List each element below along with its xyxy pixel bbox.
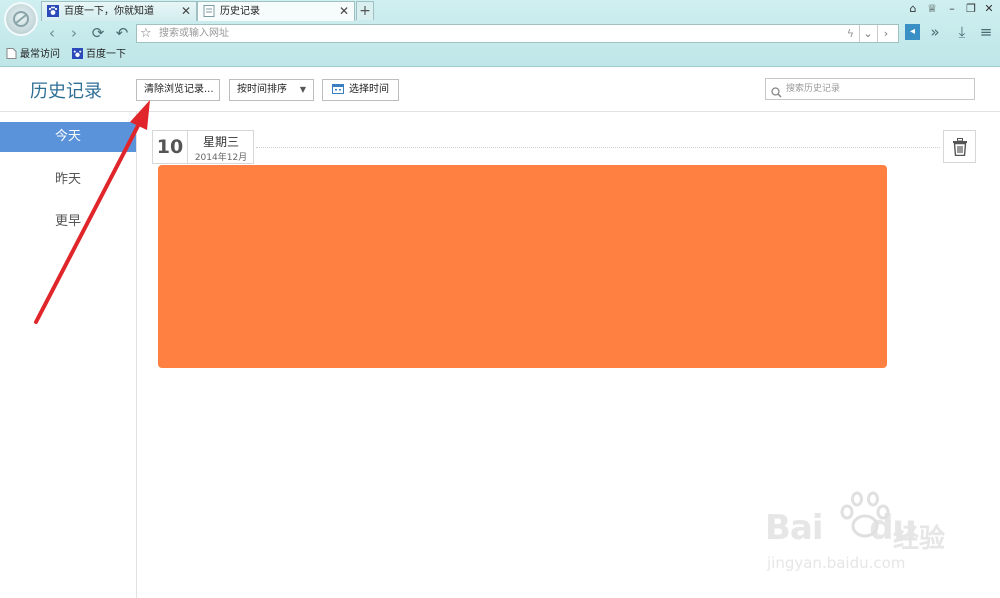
forward-icon[interactable]: › — [64, 24, 84, 42]
page-title: 历史记录 — [30, 81, 102, 102]
search-placeholder: 搜索历史记录 — [786, 84, 841, 94]
year-month-label: 2014年12月 — [194, 153, 248, 163]
search-icon — [771, 83, 782, 102]
dropdown-icon[interactable]: ⌄ — [859, 25, 876, 42]
trash-icon — [953, 138, 967, 156]
weekday-label: 星期三 — [202, 135, 239, 149]
back-icon[interactable]: ‹ — [42, 24, 62, 42]
date-sidebar: 今天 昨天 更早 — [0, 112, 137, 598]
sidebar-item-earlier[interactable]: 更早 — [0, 207, 136, 237]
bookmark-label: 百度一下 — [86, 49, 126, 60]
calendar-icon — [332, 82, 344, 94]
baidu-jingyan-watermark: Baidddu 经验 jingyan.baidu.com — [765, 490, 985, 590]
sort-select[interactable]: 按时间排序 ▼ — [229, 79, 314, 101]
baidu-paw-icon — [72, 48, 83, 59]
watermark-url: jingyan.baidu.com — [767, 554, 906, 572]
address-bar[interactable]: ☆ 搜索或输入网址 ϟ ⌄ › — [136, 24, 899, 43]
tab-title: 历史记录 — [220, 6, 260, 17]
tab-title: 百度一下，你就知道 — [64, 6, 154, 17]
page-icon — [6, 48, 17, 59]
menu-icon[interactable]: ≡ — [977, 23, 995, 41]
day-info: 星期三 2014年12月 — [188, 130, 254, 164]
watermark-brand-cn: 经验 — [893, 524, 946, 554]
bookmark-most-visited[interactable]: 最常访问 — [6, 47, 60, 63]
more-icon[interactable]: » — [926, 23, 944, 41]
baidu-paw-icon — [840, 491, 890, 538]
lightning-icon[interactable]: ϟ — [847, 25, 854, 42]
download-icon[interactable]: ⤓ — [953, 23, 971, 41]
tab-history[interactable]: 历史记录 ✕ — [197, 1, 355, 21]
close-tab-icon[interactable]: ✕ — [181, 2, 191, 21]
history-header: 历史记录 清除浏览记录... 按时间排序 ▼ 选择时间 搜索历史记录 — [0, 67, 1000, 112]
bookmark-baidu[interactable]: 百度一下 — [72, 47, 126, 63]
history-search-input[interactable]: 搜索历史记录 — [765, 78, 975, 100]
close-tab-icon[interactable]: ✕ — [339, 2, 349, 21]
browser-chrome: 百度一下，你就知道 ✕ 历史记录 ✕ + ⌂ ♕ – ❐ ✕ ‹ › ⟳ ↶ ☆… — [0, 0, 1000, 67]
bookmark-label: 最常访问 — [20, 49, 60, 60]
restore-icon[interactable]: ❐ — [962, 2, 980, 15]
pick-time-button[interactable]: 选择时间 — [322, 79, 399, 101]
sidebar-item-today[interactable]: 今天 — [0, 122, 136, 152]
baidu-paw-icon — [47, 5, 59, 17]
star-icon[interactable]: ☆ — [140, 25, 152, 42]
clear-history-button[interactable]: 清除浏览记录... — [136, 79, 220, 101]
divider — [256, 147, 940, 148]
sort-select-value: 按时间排序 — [237, 84, 287, 95]
sidebar-item-yesterday[interactable]: 昨天 — [0, 165, 136, 195]
refresh-icon[interactable]: ⟳ — [88, 24, 108, 42]
redacted-history-entries — [158, 165, 887, 368]
undo-icon[interactable]: ↶ — [112, 24, 132, 42]
day-number: 10 — [152, 130, 188, 164]
new-tab-button[interactable]: + — [356, 1, 374, 20]
browser-logo-icon[interactable] — [4, 2, 38, 36]
skin-icon[interactable]: ♕ — [923, 2, 941, 15]
tab-baidu[interactable]: 百度一下，你就知道 ✕ — [41, 1, 197, 21]
address-placeholder: 搜索或输入网址 — [159, 28, 229, 39]
minimize-icon[interactable]: – — [943, 2, 961, 15]
delete-day-button[interactable] — [943, 130, 976, 163]
sidebar-toggle-icon[interactable]: ◂ — [905, 24, 920, 40]
go-forward-icon[interactable]: › — [877, 25, 894, 42]
lock-icon[interactable]: ⌂ — [904, 2, 922, 15]
page-icon — [203, 5, 215, 17]
pick-time-label: 选择时间 — [349, 84, 389, 95]
caret-down-icon: ▼ — [299, 85, 306, 94]
close-window-icon[interactable]: ✕ — [980, 2, 998, 15]
